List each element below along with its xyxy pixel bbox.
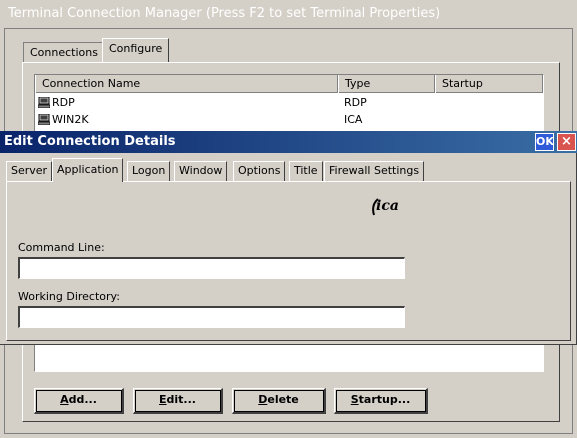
tab-logon[interactable]: Logon xyxy=(127,161,171,181)
delete-button[interactable]: Delete xyxy=(232,388,326,414)
list-item[interactable]: RDP RDP xyxy=(35,95,543,111)
command-line-input[interactable] xyxy=(18,257,405,279)
edit-label: dit... xyxy=(166,393,196,406)
tab-title[interactable]: Title xyxy=(289,161,323,181)
tab-connections[interactable]: Connections xyxy=(23,42,105,64)
startup-label: tartup... xyxy=(358,393,411,406)
edit-accel: E xyxy=(159,393,167,406)
list-item[interactable]: WIN2K ICA xyxy=(35,112,543,128)
tab-window[interactable]: Window xyxy=(174,161,228,181)
computer-icon xyxy=(38,97,50,108)
tab-server[interactable]: Server xyxy=(6,161,53,181)
window-title: Terminal Connection Manager (Press F2 to… xyxy=(4,2,573,26)
connection-name: RDP xyxy=(52,96,75,109)
close-button[interactable]: × xyxy=(557,133,576,151)
delete-label: elete xyxy=(267,393,299,406)
working-directory-input[interactable] xyxy=(18,306,405,328)
add-label: dd... xyxy=(68,393,97,406)
dialog-titlebar[interactable]: Edit Connection Details xyxy=(0,131,577,153)
tab-options[interactable]: Options xyxy=(233,161,286,181)
connection-type: RDP xyxy=(344,96,367,109)
tab-firewall-settings[interactable]: Firewall Settings xyxy=(324,161,425,181)
add-button[interactable]: Add... xyxy=(34,388,124,414)
command-line-label: Command Line: xyxy=(18,241,105,254)
tab-configure[interactable]: Configure xyxy=(102,38,170,62)
startup-button[interactable]: Startup... xyxy=(334,388,428,414)
ica-logo: ica xyxy=(370,193,400,219)
dialog-title: Edit Connection Details xyxy=(4,134,176,149)
delete-accel: D xyxy=(258,393,268,406)
working-directory-label: Working Directory: xyxy=(18,290,120,303)
connection-type: ICA xyxy=(344,113,363,126)
connection-name: WIN2K xyxy=(52,113,89,126)
list-header: Connection Name Type Startup xyxy=(35,75,543,93)
ica-logo-text: ica xyxy=(376,198,399,214)
column-type[interactable]: Type xyxy=(338,75,435,93)
tab-application[interactable]: Application xyxy=(52,158,124,182)
edit-button[interactable]: Edit... xyxy=(133,388,223,414)
computer-icon xyxy=(38,114,50,125)
startup-accel: S xyxy=(350,393,359,406)
edit-connection-details-dialog: Edit Connection Details OK × Server Appl… xyxy=(0,131,577,345)
add-accel: A xyxy=(60,393,69,406)
column-startup[interactable]: Startup xyxy=(435,75,543,93)
column-connection-name[interactable]: Connection Name xyxy=(35,75,338,93)
ok-button[interactable]: OK xyxy=(535,133,554,151)
